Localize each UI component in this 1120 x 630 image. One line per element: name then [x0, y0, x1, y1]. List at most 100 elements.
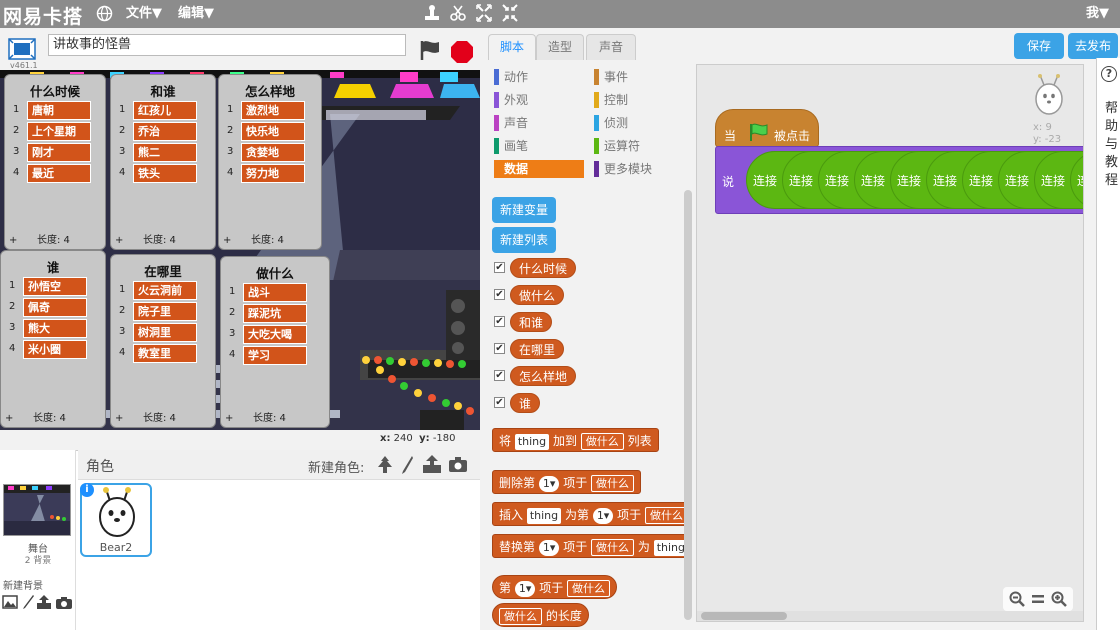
insert-item-block[interactable]: 插入 thing 为第 1▾ 项于 做什么 — [492, 502, 692, 526]
zoom-in-icon[interactable] — [1051, 591, 1067, 607]
add-item-icon[interactable]: + — [225, 413, 233, 424]
category-right-3[interactable]: 运算符 — [594, 137, 682, 155]
list-item-value[interactable]: 激烈地 — [241, 101, 305, 120]
delete-item-block[interactable]: 删除第 1▾ 项于 做什么 — [492, 470, 642, 494]
scripts-horizontal-scrollbar[interactable] — [697, 611, 1083, 621]
tab-costumes[interactable]: 造型 — [536, 34, 584, 60]
list-item-value[interactable]: 学习 — [243, 346, 307, 365]
add-item-icon[interactable]: + — [115, 413, 123, 424]
add-item-icon[interactable]: + — [5, 413, 13, 424]
list-reporter-block[interactable]: 谁 — [510, 393, 541, 413]
category-0[interactable]: 动作 — [494, 68, 584, 86]
category-2[interactable]: 声音 — [494, 114, 584, 132]
delete-scissors-icon[interactable] — [450, 4, 466, 22]
stop-sign-icon[interactable] — [450, 40, 474, 64]
list-monitor[interactable]: 做什么 1 战斗 2 踩泥坑 3 大吃大喝 4 学习 + 长度: 4 — [220, 256, 330, 428]
list-reporter-block[interactable]: 怎么样地 — [510, 366, 577, 386]
category-3[interactable]: 画笔 — [494, 137, 584, 155]
list-item-value[interactable]: 树洞里 — [133, 323, 197, 342]
duplicate-stamp-icon[interactable] — [424, 4, 440, 22]
stage-thumbnail[interactable] — [3, 484, 71, 536]
add-item-icon[interactable]: + — [9, 235, 17, 246]
list-visibility-checkbox[interactable]: ✔ — [494, 370, 505, 381]
language-globe-icon[interactable] — [96, 5, 113, 22]
help-pane[interactable]: ? 帮助与教程 — [1096, 58, 1120, 630]
list-monitor[interactable]: 什么时候 1 唐朝 2 上个星期 3 刚才 4 最近 + 长度: 4 — [4, 74, 106, 250]
paint-backdrop-icon[interactable] — [21, 594, 35, 610]
list-item-value[interactable]: 米小圈 — [23, 340, 87, 359]
list-reporter-block[interactable]: 做什么 — [510, 285, 565, 305]
list-monitor[interactable]: 谁 1 孙悟空 2 佩奇 3 熊大 4 米小圈 + 长度: 4 — [0, 250, 106, 428]
paint-sprite-icon[interactable] — [400, 455, 414, 475]
list-item-value[interactable]: 战斗 — [243, 283, 307, 302]
list-item-value[interactable]: 熊大 — [23, 319, 87, 338]
list-visibility-checkbox[interactable]: ✔ — [494, 289, 505, 300]
sprite-tile-bear2[interactable]: i Bear2 — [80, 483, 152, 557]
category-4[interactable]: 数据 — [494, 160, 584, 178]
publish-button[interactable]: 去发布 — [1068, 33, 1118, 59]
camera-sprite-icon[interactable] — [448, 456, 468, 473]
list-visibility-checkbox[interactable]: ✔ — [494, 343, 505, 354]
stage-canvas[interactable]: 什么时候 1 唐朝 2 上个星期 3 刚才 4 最近 + 长度: 4 和谁 1 红孩儿 2 乔治 3 熊二 4 铁头 +… — [0, 70, 480, 430]
zoom-out-icon[interactable] — [1009, 591, 1025, 607]
list-item-value[interactable]: 火云洞前 — [133, 281, 197, 300]
length-of-list-reporter[interactable]: 做什么 的长度 — [492, 603, 589, 627]
upload-backdrop-icon[interactable] — [36, 594, 52, 610]
list-item-value[interactable]: 孙悟空 — [23, 277, 87, 296]
list-item-value[interactable]: 快乐地 — [241, 122, 305, 141]
user-menu[interactable]: 我▼ — [1086, 0, 1109, 28]
list-item-value[interactable]: 熊二 — [133, 143, 197, 162]
list-item-value[interactable]: 乔治 — [133, 122, 197, 141]
green-flag-icon[interactable] — [418, 38, 442, 62]
list-item-value[interactable]: 上个星期 — [27, 122, 91, 141]
list-item-value[interactable]: 院子里 — [133, 302, 197, 321]
new-list-button[interactable]: 新建列表 — [492, 227, 557, 253]
zoom-reset-icon[interactable] — [1031, 592, 1045, 606]
camera-backdrop-icon[interactable] — [55, 596, 73, 610]
list-item-value[interactable]: 最近 — [27, 164, 91, 183]
project-title-input[interactable]: 讲故事的怪兽 — [48, 34, 406, 56]
list-reporter-block[interactable]: 什么时候 — [510, 258, 577, 278]
list-visibility-checkbox[interactable]: ✔ — [494, 262, 505, 273]
tab-sounds[interactable]: 声音 — [586, 34, 636, 60]
backdrop-library-icon[interactable] — [2, 595, 18, 609]
list-item-value[interactable]: 贪婪地 — [241, 143, 305, 162]
new-variable-button[interactable]: 新建变量 — [492, 197, 557, 223]
list-item-value[interactable]: 刚才 — [27, 143, 91, 162]
list-visibility-checkbox[interactable]: ✔ — [494, 316, 505, 327]
list-item-value[interactable]: 努力地 — [241, 164, 305, 183]
list-monitor[interactable]: 和谁 1 红孩儿 2 乔治 3 熊二 4 铁头 + 长度: 4 — [110, 74, 216, 250]
category-right-1[interactable]: 控制 — [594, 91, 682, 109]
category-right-0[interactable]: 事件 — [594, 68, 682, 86]
tab-scripts[interactable]: 脚本 — [488, 34, 536, 60]
category-right-4[interactable]: 更多模块 — [594, 160, 682, 178]
save-button[interactable]: 保存 — [1014, 33, 1064, 59]
list-reporter-block[interactable]: 在哪里 — [510, 339, 565, 359]
shrink-icon[interactable] — [502, 4, 518, 22]
list-reporter-block[interactable]: 和谁 — [510, 312, 553, 332]
add-item-icon[interactable]: + — [223, 235, 231, 246]
upload-sprite-icon[interactable] — [422, 454, 442, 474]
sprite-library-icon[interactable] — [376, 455, 394, 475]
scripts-area[interactable]: x: 9 y: -23 当 被点击 说 连接连接连接连接连接连接连接连接连接连接 — [696, 64, 1084, 622]
item-of-list-reporter[interactable]: 第 1▾ 项于 做什么 — [492, 575, 618, 599]
category-1[interactable]: 外观 — [494, 91, 584, 109]
menu-edit[interactable]: 编辑▼ — [178, 0, 214, 28]
list-item-value[interactable]: 佩奇 — [23, 298, 87, 317]
menu-file[interactable]: 文件▼ — [126, 0, 162, 28]
category-right-2[interactable]: 侦测 — [594, 114, 682, 132]
list-item-value[interactable]: 大吃大喝 — [243, 325, 307, 344]
list-item-value[interactable]: 踩泥坑 — [243, 304, 307, 323]
add-item-icon[interactable]: + — [115, 235, 123, 246]
list-monitor[interactable]: 怎么样地 1 激烈地 2 快乐地 3 贪婪地 4 努力地 + 长度: 4 — [218, 74, 322, 250]
brand-logo[interactable]: 网易卡搭 — [3, 2, 83, 29]
list-monitor[interactable]: 在哪里 1 火云洞前 2 院子里 3 树洞里 4 教室里 + 长度: 4 — [110, 254, 216, 428]
list-item-value[interactable]: 唐朝 — [27, 101, 91, 120]
add-to-list-block[interactable]: 将 thing 加到 做什么 列表 — [492, 428, 659, 452]
grow-icon[interactable] — [476, 4, 492, 22]
presentation-mode-icon[interactable] — [8, 38, 36, 60]
list-item-value[interactable]: 铁头 — [133, 164, 197, 183]
sprite-info-icon[interactable]: i — [80, 483, 94, 497]
list-item-value[interactable]: 教室里 — [133, 344, 197, 363]
replace-item-block[interactable]: 替换第 1▾ 项于 做什么 为 thing — [492, 534, 692, 558]
